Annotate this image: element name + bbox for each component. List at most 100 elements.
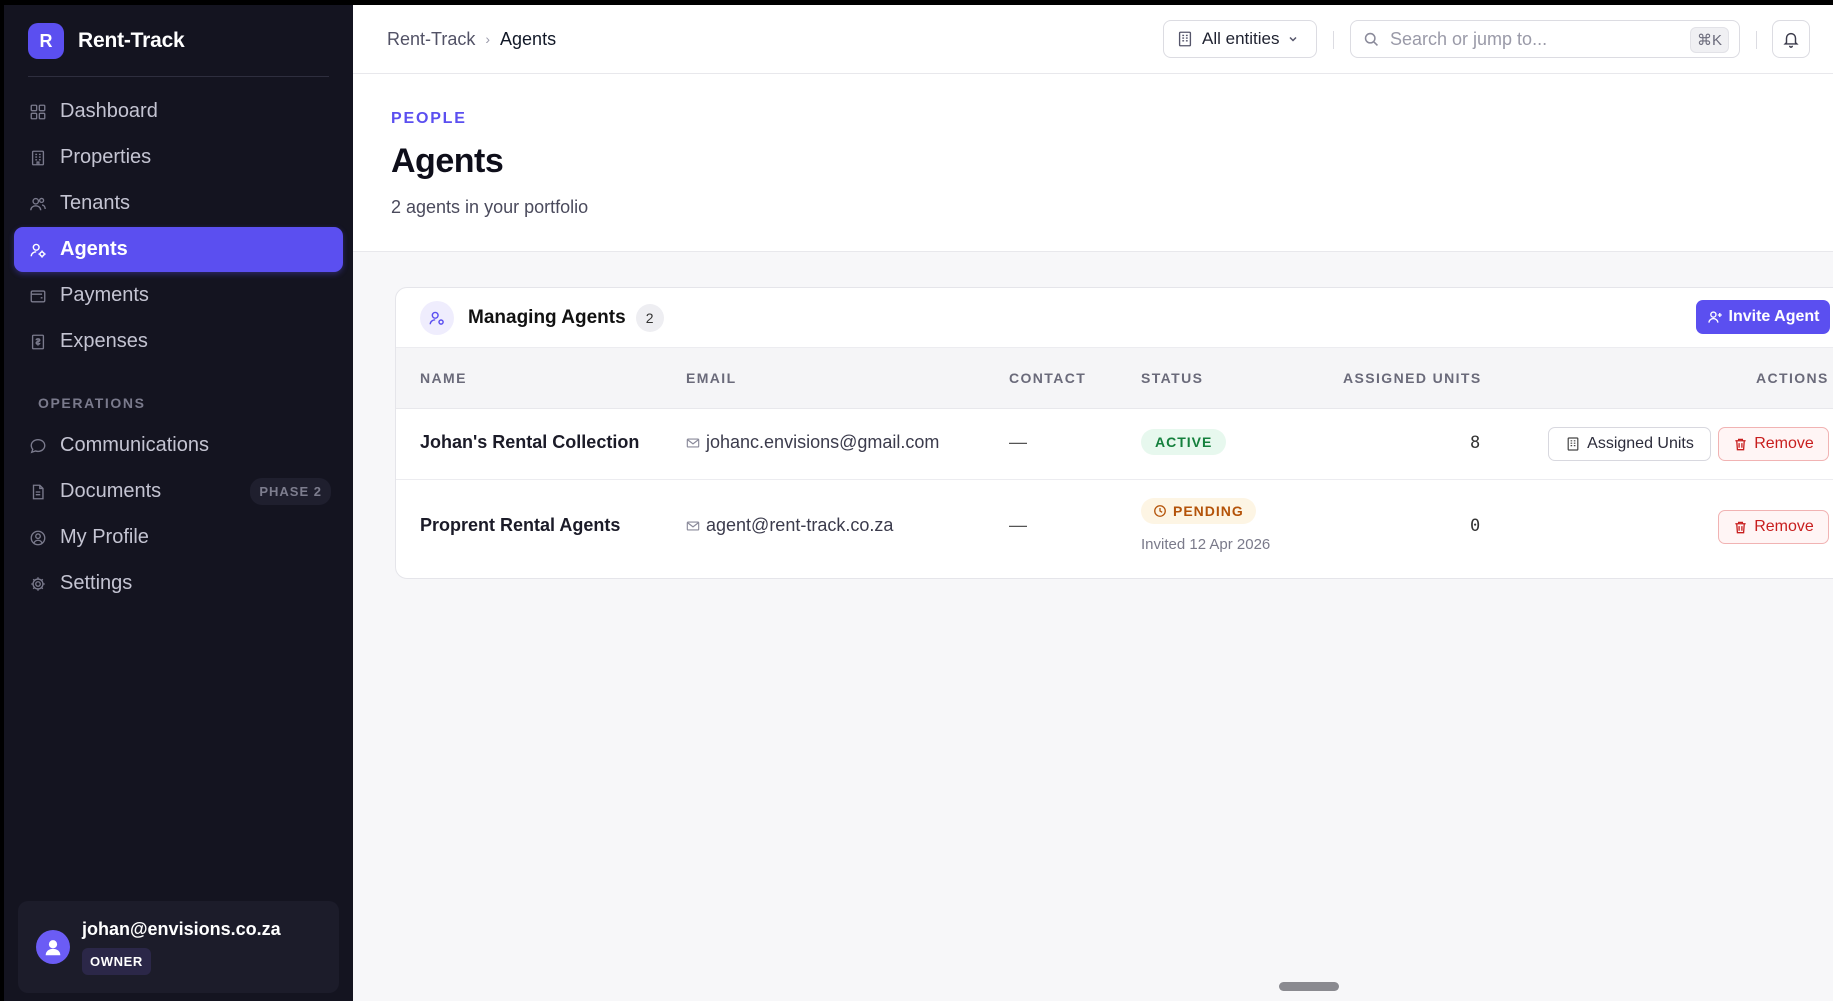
bell-icon: [1783, 32, 1799, 48]
entity-select-value: All entities: [1202, 29, 1280, 48]
assigned-units-count: 0: [1470, 516, 1481, 536]
remove-label: Remove: [1754, 435, 1814, 452]
agent-icon: [420, 300, 454, 335]
status-badge: PENDING: [1141, 498, 1256, 524]
clock-icon: [1154, 505, 1166, 517]
breadcrumb-root[interactable]: Rent-Track: [387, 29, 475, 50]
column-header-contact: CONTACT: [1009, 370, 1087, 386]
assigned-units-count: 8: [1470, 433, 1481, 453]
agents-card: Managing Agents 2 Invite Agent NAME EMAI…: [395, 287, 1833, 579]
sidebar-item-label: Tenants: [60, 192, 131, 214]
trash-icon: [1735, 438, 1746, 450]
avatar: [36, 930, 70, 964]
status-badge: ACTIVE: [1141, 429, 1227, 455]
gear-icon: [28, 574, 48, 594]
agent-name: Proprent Rental Agents: [420, 515, 621, 535]
section-label-operations: OPERATIONS: [38, 395, 146, 411]
invite-agent-button[interactable]: Invite Agent: [1696, 300, 1830, 334]
sidebar-item-my-profile[interactable]: My Profile: [14, 515, 343, 560]
table-row: Proprent Rental Agents agent@rent-track.…: [396, 480, 1833, 575]
sidebar-item-properties[interactable]: Properties: [14, 135, 343, 180]
table-row: Johan's Rental Collection johanc.envisio…: [396, 409, 1833, 480]
page-header: PEOPLE Agents 2 agents in your portfolio: [353, 74, 1833, 252]
assigned-units-button[interactable]: Assigned Units: [1548, 427, 1711, 461]
column-header-actions: ACTIONS: [1756, 370, 1829, 386]
agent-icon: [28, 240, 48, 260]
brand-divider: [28, 76, 329, 77]
building-icon: [1178, 31, 1192, 47]
agent-email[interactable]: johanc.envisions@gmail.com: [686, 432, 939, 453]
breadcrumb-current: Agents: [500, 28, 557, 49]
users-icon: [28, 194, 48, 214]
assigned-units-label: Assigned Units: [1587, 435, 1694, 452]
sidebar-item-label: Documents: [60, 480, 162, 502]
sidebar-item-communications[interactable]: Communications: [14, 423, 343, 468]
notifications-button[interactable]: [1772, 20, 1810, 58]
receipt-icon: [28, 332, 48, 352]
card-header: Managing Agents 2 Invite Agent: [396, 288, 1833, 348]
agent-contact: —: [1009, 515, 1027, 535]
trash-icon: [1735, 521, 1746, 533]
column-header-assigned-units: ASSIGNED UNITS: [1343, 370, 1482, 386]
sidebar-item-label: Dashboard: [60, 100, 158, 122]
page-eyebrow: PEOPLE: [391, 110, 467, 127]
brand-logo: R: [28, 23, 64, 59]
user-email: johan@envisions.co.za: [82, 919, 281, 939]
invited-date: Invited 12 Apr 2026: [1141, 536, 1271, 553]
sidebar-item-payments[interactable]: Payments: [14, 273, 343, 318]
user-card[interactable]: johan@envisions.co.za OWNER: [18, 901, 339, 993]
sidebar-item-documents[interactable]: Documents PHASE 2: [14, 469, 343, 514]
remove-button[interactable]: Remove: [1718, 427, 1829, 461]
column-header-email: EMAIL: [686, 370, 737, 386]
divider: [1756, 31, 1757, 49]
chat-icon: [28, 436, 48, 456]
column-header-status: STATUS: [1141, 370, 1204, 386]
brand-name: Rent-Track: [78, 29, 185, 52]
chevron-right-icon: ›: [485, 31, 491, 47]
agent-contact: —: [1009, 432, 1027, 452]
user-plus-icon: [1707, 311, 1722, 323]
sidebar-item-label: Properties: [60, 146, 152, 168]
shortcut-hint: ⌘K: [1689, 27, 1729, 53]
profile-icon: [28, 528, 48, 548]
sidebar-item-label: My Profile: [60, 526, 149, 548]
sidebar-item-agents[interactable]: Agents: [14, 227, 343, 272]
column-header-name: NAME: [420, 370, 467, 386]
sidebar-item-label: Settings: [60, 572, 133, 594]
page-subtitle: 2 agents in your portfolio: [391, 197, 589, 217]
card-title: Managing Agents: [468, 306, 626, 328]
page-title: Agents: [391, 142, 504, 180]
sidebar-item-dashboard[interactable]: Dashboard: [14, 89, 343, 134]
agent-email-text: johanc.envisions@gmail.com: [706, 432, 940, 452]
status-text: PENDING: [1173, 503, 1244, 519]
sidebar: R Rent-Track Dashboard Properties Tenant…: [4, 5, 353, 1001]
phase-badge: PHASE 2: [250, 478, 331, 505]
table-header: NAME EMAIL CONTACT STATUS ASSIGNED UNITS…: [396, 348, 1833, 409]
invite-agent-label: Invite Agent: [1728, 308, 1820, 325]
mail-icon: [686, 437, 700, 448]
remove-button[interactable]: Remove: [1718, 510, 1829, 544]
agent-name: Johan's Rental Collection: [420, 432, 640, 452]
agent-email-text: agent@rent-track.co.za: [706, 515, 894, 535]
sidebar-item-label: Payments: [60, 284, 149, 306]
sidebar-item-label: Agents: [60, 238, 128, 260]
building-icon: [1567, 437, 1579, 451]
dashboard-icon: [28, 102, 48, 122]
search-icon: [1364, 32, 1378, 46]
sidebar-item-expenses[interactable]: Expenses: [14, 319, 343, 364]
building-icon: [28, 148, 48, 168]
chevron-down-icon: [1289, 36, 1298, 42]
search-input[interactable]: Search or jump to... ⌘K: [1350, 20, 1740, 58]
agent-email[interactable]: agent@rent-track.co.za: [686, 515, 893, 536]
sidebar-item-label: Expenses: [60, 330, 148, 352]
divider: [1333, 31, 1334, 49]
sidebar-item-tenants[interactable]: Tenants: [14, 181, 343, 226]
sidebar-item-settings[interactable]: Settings: [14, 561, 343, 606]
brand[interactable]: R Rent-Track: [4, 5, 353, 77]
role-badge: OWNER: [82, 948, 151, 975]
topbar: Rent-Track › Agents All entities Search …: [353, 5, 1833, 74]
remove-label: Remove: [1754, 518, 1814, 535]
entity-select[interactable]: All entities: [1163, 20, 1317, 58]
drag-handle[interactable]: [1279, 982, 1339, 991]
main-content: Rent-Track › Agents All entities Search …: [353, 5, 1833, 1001]
